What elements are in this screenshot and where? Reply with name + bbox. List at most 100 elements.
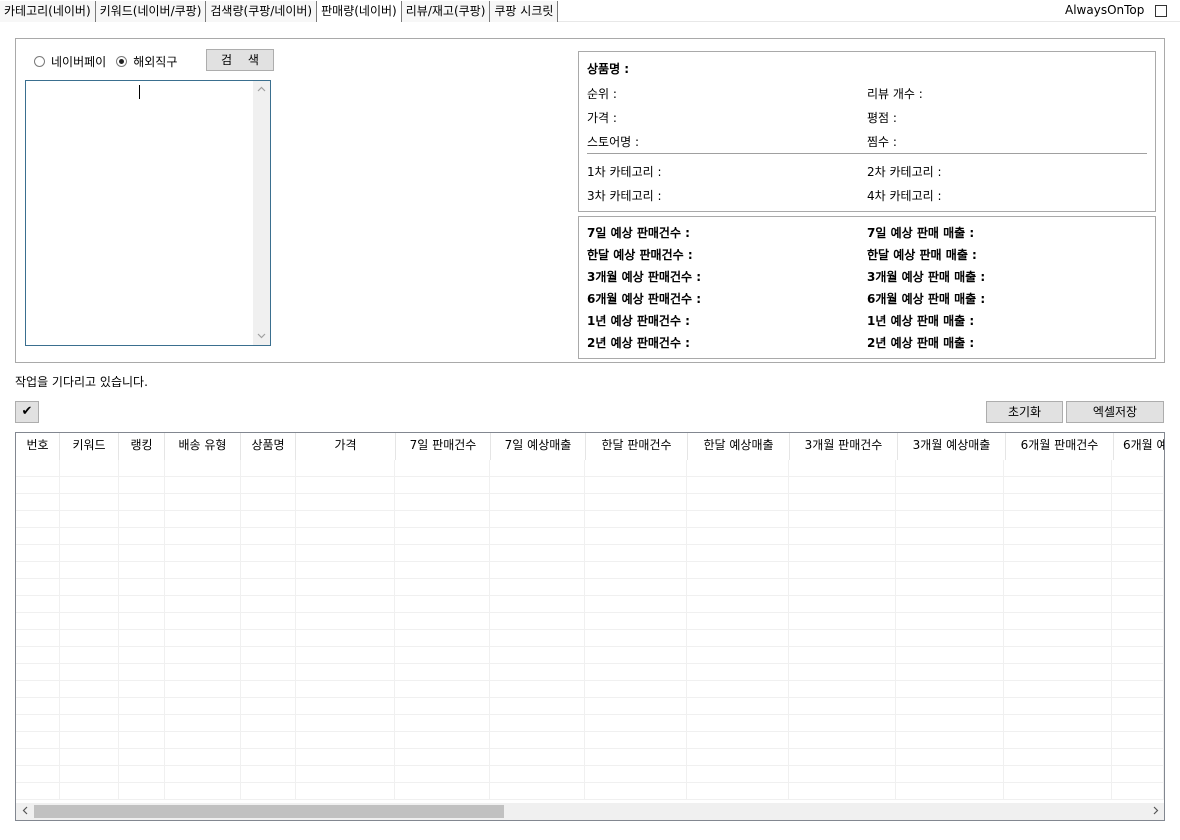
- table-cell[interactable]: [16, 494, 60, 510]
- table-cell[interactable]: [119, 647, 165, 663]
- table-cell[interactable]: [490, 732, 585, 748]
- table-cell[interactable]: [60, 732, 119, 748]
- table-cell[interactable]: [16, 698, 60, 714]
- table-row[interactable]: [16, 460, 1164, 477]
- table-cell[interactable]: [896, 511, 1005, 527]
- table-cell[interactable]: [490, 528, 585, 544]
- table-cell[interactable]: [395, 698, 491, 714]
- table-cell[interactable]: [395, 477, 491, 493]
- table-cell[interactable]: [687, 511, 789, 527]
- table-cell[interactable]: [896, 783, 1005, 799]
- table-row[interactable]: [16, 579, 1164, 596]
- table-cell[interactable]: [296, 579, 396, 595]
- table-cell[interactable]: [789, 613, 897, 629]
- table-cell[interactable]: [119, 545, 165, 561]
- table-cell[interactable]: [585, 715, 687, 731]
- table-cell[interactable]: [687, 613, 789, 629]
- table-cell[interactable]: [1112, 749, 1164, 765]
- table-cell[interactable]: [789, 477, 897, 493]
- table-cell[interactable]: [585, 698, 687, 714]
- table-cell[interactable]: [490, 596, 585, 612]
- table-cell[interactable]: [1112, 494, 1164, 510]
- table-cell[interactable]: [687, 460, 789, 476]
- table-cell[interactable]: [896, 545, 1005, 561]
- table-cell[interactable]: [585, 613, 687, 629]
- tab-coupang-secret[interactable]: 쿠팡 시크릿: [490, 1, 559, 22]
- table-cell[interactable]: [789, 630, 897, 646]
- table-cell[interactable]: [395, 630, 491, 646]
- table-cell[interactable]: [789, 562, 897, 578]
- table-cell[interactable]: [585, 647, 687, 663]
- table-cell[interactable]: [60, 477, 119, 493]
- col-header-m6-count[interactable]: 6개월 판매건수: [1006, 433, 1114, 460]
- table-cell[interactable]: [296, 681, 396, 697]
- table-row[interactable]: [16, 511, 1164, 528]
- table-cell[interactable]: [296, 596, 396, 612]
- table-cell[interactable]: [1112, 630, 1164, 646]
- tab-category-naver[interactable]: 카테고리(네이버): [0, 1, 96, 22]
- table-cell[interactable]: [789, 545, 897, 561]
- table-cell[interactable]: [165, 698, 241, 714]
- table-cell[interactable]: [490, 460, 585, 476]
- keyword-textarea[interactable]: [25, 80, 271, 346]
- table-cell[interactable]: [896, 715, 1005, 731]
- radio-naverpay[interactable]: 네이버페이: [34, 53, 106, 70]
- table-cell[interactable]: [395, 783, 491, 799]
- table-cell[interactable]: [896, 562, 1005, 578]
- chevron-up-icon[interactable]: [253, 81, 270, 98]
- table-cell[interactable]: [60, 494, 119, 510]
- table-cell[interactable]: [490, 562, 585, 578]
- table-cell[interactable]: [165, 511, 241, 527]
- table-cell[interactable]: [60, 783, 119, 799]
- table-cell[interactable]: [60, 698, 119, 714]
- table-cell[interactable]: [789, 664, 897, 680]
- table-cell[interactable]: [165, 477, 241, 493]
- table-cell[interactable]: [585, 732, 687, 748]
- table-cell[interactable]: [395, 511, 491, 527]
- table-cell[interactable]: [1004, 630, 1113, 646]
- col-header-product-name[interactable]: 상품명: [241, 433, 296, 460]
- table-cell[interactable]: [1004, 528, 1113, 544]
- table-cell[interactable]: [1112, 664, 1164, 680]
- reset-button[interactable]: 초기화: [986, 401, 1063, 423]
- table-cell[interactable]: [687, 528, 789, 544]
- table-row[interactable]: [16, 528, 1164, 545]
- result-grid[interactable]: 번호 키워드 랭킹 배송 유형 상품명 가격 7일 판매건수 7일 예상매출 한…: [15, 432, 1165, 821]
- col-header-m3-revenue[interactable]: 3개월 예상매출: [898, 433, 1006, 460]
- table-cell[interactable]: [687, 579, 789, 595]
- table-cell[interactable]: [687, 698, 789, 714]
- table-cell[interactable]: [60, 681, 119, 697]
- chevron-down-icon[interactable]: [253, 328, 270, 345]
- table-cell[interactable]: [687, 664, 789, 680]
- table-cell[interactable]: [687, 749, 789, 765]
- table-cell[interactable]: [789, 715, 897, 731]
- table-cell[interactable]: [395, 579, 491, 595]
- table-row[interactable]: [16, 698, 1164, 715]
- col-header-m6-revenue[interactable]: 6개월 예: [1114, 433, 1164, 460]
- table-cell[interactable]: [296, 460, 396, 476]
- table-cell[interactable]: [1004, 732, 1113, 748]
- table-cell[interactable]: [1112, 477, 1164, 493]
- table-cell[interactable]: [395, 664, 491, 680]
- table-cell[interactable]: [165, 715, 241, 731]
- table-cell[interactable]: [241, 545, 296, 561]
- table-cell[interactable]: [1112, 715, 1164, 731]
- table-cell[interactable]: [241, 596, 296, 612]
- table-cell[interactable]: [585, 494, 687, 510]
- table-row[interactable]: [16, 715, 1164, 732]
- table-cell[interactable]: [119, 562, 165, 578]
- table-cell[interactable]: [16, 545, 60, 561]
- col-header-d7-count[interactable]: 7일 판매건수: [396, 433, 491, 460]
- table-cell[interactable]: [60, 749, 119, 765]
- table-cell[interactable]: [896, 664, 1005, 680]
- tab-review-stock[interactable]: 리뷰/재고(쿠팡): [401, 1, 491, 22]
- radio-overseas-dot[interactable]: [116, 55, 128, 67]
- table-cell[interactable]: [896, 732, 1005, 748]
- table-cell[interactable]: [16, 528, 60, 544]
- table-row[interactable]: [16, 613, 1164, 630]
- table-cell[interactable]: [60, 460, 119, 476]
- tab-search-volume[interactable]: 검색량(쿠팡/네이버): [206, 1, 318, 22]
- table-cell[interactable]: [60, 766, 119, 782]
- table-cell[interactable]: [296, 698, 396, 714]
- table-cell[interactable]: [395, 647, 491, 663]
